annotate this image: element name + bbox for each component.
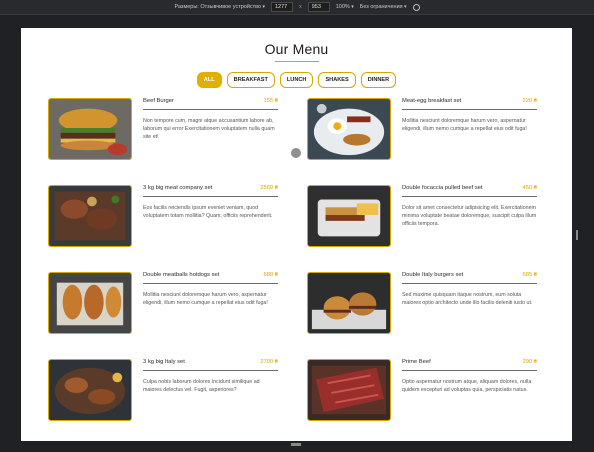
item-description: Optio aspernatur nostrum atque, aliquam …	[402, 379, 532, 393]
dimension-separator: x	[299, 4, 302, 10]
item-name: 3 kg big Italy set	[143, 359, 185, 365]
item-price: 680 ₴	[263, 272, 278, 278]
italy-burgers-image[interactable]	[307, 272, 391, 334]
item-description: Eos facilis reiciendis ipsum eveniet ven…	[143, 205, 273, 219]
page-title: Our Menu	[264, 41, 329, 57]
item-divider	[143, 370, 278, 371]
height-input[interactable]: 953	[307, 2, 330, 12]
item-description: Mollitia nesciunt doloremque harum vero,…	[143, 292, 268, 306]
burger-image[interactable]	[48, 98, 132, 160]
item-description: Sed maxime quisquam itaque nostrum, eum …	[402, 292, 533, 306]
item-name: 3 kg big meat company set	[143, 185, 213, 191]
menu-item[interactable]: Double Italy burgers set 685 ₴ Sed maxim…	[307, 272, 537, 338]
item-name: Prime Beef	[402, 359, 431, 365]
item-price: 2560 ₴	[260, 185, 278, 191]
item-divider	[143, 196, 278, 197]
item-description: Non tempore cum, magni atque accusantium…	[143, 118, 275, 140]
italy-set-image[interactable]	[48, 359, 132, 421]
item-price: 155 ₴	[263, 98, 278, 104]
item-divider	[402, 370, 537, 371]
tab-all[interactable]: All	[196, 72, 222, 88]
resize-handle-right[interactable]	[576, 230, 578, 240]
device-dropdown[interactable]: Размеры: Отзывчивое устройство	[174, 4, 265, 10]
menu-item[interactable]: Prime Beef 290 ₴ Optio aspernatur nostru…	[307, 359, 537, 425]
menu-item[interactable]: Meat-egg breakfast set 220 ₴ Mollitia ne…	[307, 98, 537, 164]
menu-item[interactable]: Double meatballs hotdogs set 680 ₴ Molli…	[48, 272, 278, 338]
tab-breakfast[interactable]: Breakfast	[226, 72, 275, 88]
rotate-icon[interactable]	[412, 3, 420, 11]
item-description: Dolor sit amet consectetur adipisicing e…	[402, 205, 537, 227]
item-divider	[402, 109, 537, 110]
devtools-toolbar: Размеры: Отзывчивое устройство 1277 x 95…	[0, 0, 594, 15]
menu-filter-tabs: All Breakfast Lunch Shakes Dinner	[21, 72, 572, 88]
zoom-dropdown[interactable]: 100%	[336, 4, 354, 10]
tab-lunch[interactable]: Lunch	[279, 72, 314, 88]
item-name: Double focaccia pulled beef set	[402, 185, 483, 191]
breakfast-image[interactable]	[307, 98, 391, 160]
meat-set-image[interactable]	[48, 185, 132, 247]
menu-item[interactable]: 3 kg big Italy set 2700 ₴ Culpa nobis la…	[48, 359, 278, 425]
item-name: Double Italy burgers set	[402, 272, 464, 278]
item-name: Meat-egg breakfast set	[402, 98, 462, 104]
menu-item[interactable]: 3 kg big meat company set 2560 ₴ Eos fac…	[48, 185, 278, 251]
menu-item[interactable]: Double focaccia pulled beef set 450 ₴ Do…	[307, 185, 537, 251]
hotdogs-image[interactable]	[48, 272, 132, 334]
item-divider	[143, 283, 278, 284]
item-price: 685 ₴	[522, 272, 537, 278]
item-price: 290 ₴	[522, 359, 537, 365]
item-price: 450 ₴	[522, 185, 537, 191]
item-name: Beef Burger	[143, 98, 174, 104]
item-name: Double meatballs hotdogs set	[143, 272, 220, 278]
menu-item[interactable]: Beef Burger 155 ₴ Non tempore cum, magni…	[48, 98, 278, 164]
throttle-dropdown[interactable]: Без ограничения	[360, 4, 407, 10]
item-divider	[402, 196, 537, 197]
item-description: Mollitia nesciunt doloremque harum vero,…	[402, 118, 527, 132]
tab-shakes[interactable]: Shakes	[318, 72, 356, 88]
item-price: 220 ₴	[522, 98, 537, 104]
resize-handle-bottom[interactable]	[291, 443, 301, 446]
item-divider	[143, 109, 278, 110]
item-description: Culpa nobis laborum dolores incidunt sim…	[143, 379, 260, 393]
focaccia-image[interactable]	[307, 185, 391, 247]
tab-dinner[interactable]: Dinner	[360, 72, 397, 88]
pointer-cursor	[291, 148, 301, 158]
item-price: 2700 ₴	[260, 359, 278, 365]
width-input[interactable]: 1277	[271, 2, 293, 12]
menu-page: Our Menu All Breakfast Lunch Shakes Dinn…	[21, 28, 572, 441]
title-underline	[275, 61, 319, 62]
prime-beef-image[interactable]	[307, 359, 391, 421]
item-divider	[402, 283, 537, 284]
